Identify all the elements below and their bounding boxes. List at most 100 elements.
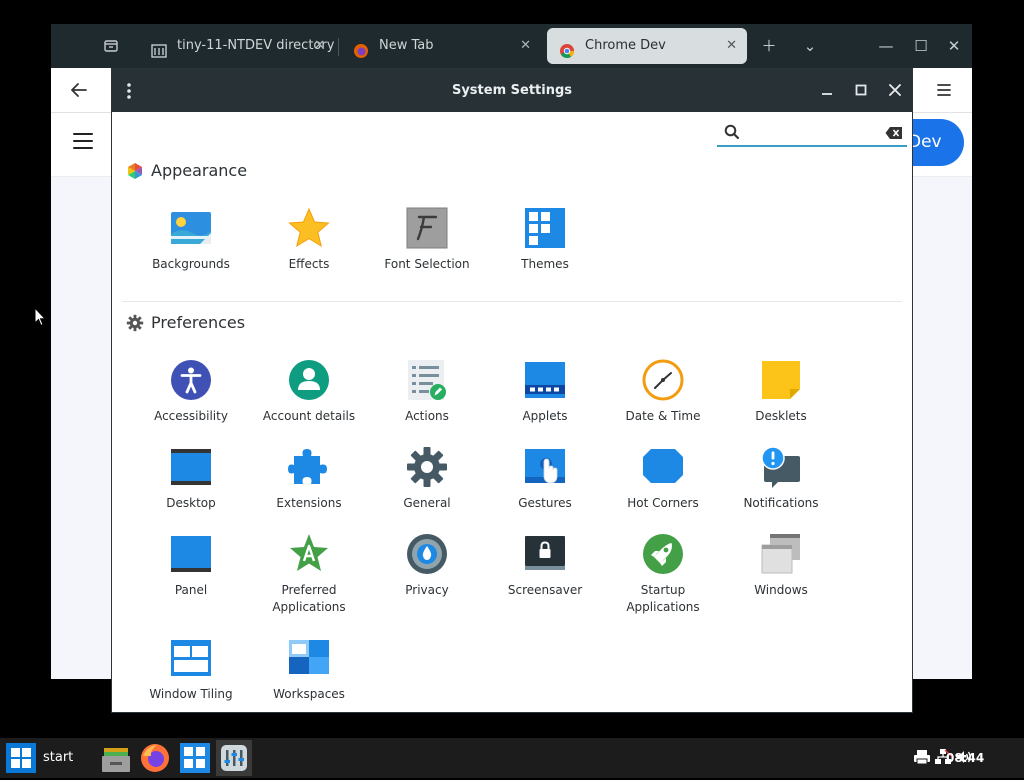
settings-item-themes[interactable]: Themes — [486, 207, 604, 287]
settings-item-effects[interactable]: Effects — [250, 207, 368, 287]
settings-item-windows[interactable]: Windows — [722, 533, 840, 613]
settings-item-desktop[interactable]: Desktop — [132, 446, 250, 526]
window-title: System Settings — [451, 83, 573, 98]
item-label: Font Selection — [384, 257, 470, 271]
settings-item-desklets[interactable]: Desklets — [722, 359, 840, 439]
browser-tab-new-tab[interactable]: New Tab ✕ — [341, 28, 541, 64]
preferred-apps-star-icon — [288, 533, 330, 575]
settings-item-applets[interactable]: Applets — [486, 359, 604, 439]
item-label: Notifications — [743, 496, 819, 510]
section-label: Appearance — [151, 161, 248, 180]
archive-icon — [151, 38, 167, 58]
close-icon[interactable] — [885, 80, 905, 100]
settings-item-screensaver[interactable]: Screensaver — [486, 533, 604, 613]
maximize-icon[interactable] — [851, 80, 871, 100]
item-label: Hot Corners — [627, 496, 699, 510]
settings-item-panel[interactable]: Panel — [132, 533, 250, 613]
kebab-menu-icon[interactable] — [122, 81, 136, 101]
hamburger-menu-icon[interactable] — [930, 76, 958, 104]
minimize-icon[interactable]: — — [871, 24, 901, 68]
item-label: Panel — [174, 583, 208, 597]
item-label: Actions — [405, 409, 449, 423]
settings-item-workspaces[interactable]: Workspaces — [250, 637, 368, 717]
settings-item-general[interactable]: General — [368, 446, 486, 526]
close-icon[interactable]: ✕ — [939, 24, 969, 68]
settings-item-backgrounds[interactable]: Backgrounds — [132, 207, 250, 287]
settings-item-startup-applications[interactable]: Startup Applications — [604, 533, 722, 614]
settings-item-gestures[interactable]: Gestures — [486, 446, 604, 526]
printer-icon[interactable] — [913, 748, 931, 766]
dev-button[interactable]: Dev — [906, 119, 964, 166]
taskbar: start 08:44 — [0, 738, 1024, 778]
tab-label: New Tab — [379, 38, 434, 53]
clock[interactable]: 08:44 — [946, 738, 984, 778]
item-label: Startup Applications — [626, 583, 700, 614]
windows-logo-icon — [6, 743, 36, 773]
item-label: Effects — [288, 257, 330, 271]
settings-titlebar: System Settings — [112, 69, 912, 112]
start-button[interactable]: start — [6, 743, 80, 773]
search-icon — [723, 123, 741, 141]
actions-list-icon — [406, 359, 448, 401]
settings-item-preferred-applications[interactable]: Preferred Applications — [250, 533, 368, 614]
item-label: Applets — [522, 409, 568, 423]
settings-item-window-tiling[interactable]: Window Tiling — [132, 637, 250, 717]
windows-stack-icon — [760, 533, 802, 575]
settings-item-extensions[interactable]: Extensions — [250, 446, 368, 526]
firefox-taskbar-icon[interactable] — [137, 740, 173, 776]
section-label: Preferences — [151, 313, 246, 332]
settings-item-notifications[interactable]: Notifications — [722, 446, 840, 526]
system-settings-taskbar-icon[interactable] — [216, 740, 252, 776]
settings-item-accessibility[interactable]: Accessibility — [132, 359, 250, 439]
item-label: Window Tiling — [149, 687, 233, 701]
settings-item-date-time[interactable]: Date & Time — [604, 359, 722, 439]
tab-divider — [338, 38, 339, 56]
clear-text-icon[interactable] — [885, 125, 903, 139]
workspaces-icon — [288, 637, 330, 679]
close-icon[interactable]: ✕ — [726, 28, 737, 64]
settings-item-account-details[interactable]: Account details — [250, 359, 368, 439]
settings-item-font-selection[interactable]: Font Selection — [368, 207, 486, 287]
item-label: Account details — [262, 409, 356, 423]
maximize-icon[interactable]: ☐ — [906, 24, 936, 68]
settings-item-actions[interactable]: Actions — [368, 359, 486, 439]
settings-item-hot-corners[interactable]: Hot Corners — [604, 446, 722, 526]
browser-tab-directory[interactable]: tiny-11-NTDEV directory li ✕ — [139, 28, 335, 64]
privacy-icon — [406, 533, 448, 575]
hot-corners-icon — [642, 446, 684, 488]
firefox-icon — [353, 38, 369, 58]
user-account-icon — [288, 359, 330, 401]
close-icon[interactable]: ✕ — [520, 28, 531, 64]
desktop-icon — [170, 446, 212, 488]
tab-list-chevron-down-icon[interactable]: ⌄ — [795, 24, 825, 68]
minimize-icon[interactable] — [817, 80, 837, 100]
new-tab-plus-icon[interactable]: ＋ — [754, 24, 784, 68]
mouse-cursor — [34, 306, 47, 327]
clock-icon — [642, 359, 684, 401]
item-label: Gestures — [518, 496, 572, 510]
item-label: Workspaces — [273, 687, 345, 701]
item-label: Backgrounds — [152, 257, 230, 271]
section-divider — [122, 301, 902, 302]
file-manager-icon[interactable] — [98, 740, 134, 776]
chrome-icon — [559, 38, 575, 58]
back-arrow-icon[interactable] — [65, 76, 93, 104]
notification-bubble-icon — [760, 446, 802, 488]
item-label: Windows — [754, 583, 808, 597]
search-box[interactable] — [717, 121, 907, 147]
item-label: Accessibility — [154, 409, 228, 423]
search-input[interactable] — [745, 121, 879, 145]
tab-overview-icon[interactable] — [96, 24, 126, 68]
close-icon[interactable]: ✕ — [314, 28, 325, 64]
browser-tab-chrome-dev[interactable]: Chrome Dev ✕ — [547, 28, 747, 64]
item-label: Desklets — [755, 409, 807, 423]
settings-taskbar-icon[interactable] — [177, 740, 213, 776]
system-settings-window: System Settings Appearance Backgrounds E… — [112, 69, 912, 712]
touch-gesture-icon — [524, 446, 566, 488]
puzzle-piece-icon — [288, 446, 330, 488]
page-hamburger-icon[interactable] — [71, 130, 97, 152]
item-label: Extensions — [276, 496, 342, 510]
settings-item-privacy[interactable]: Privacy — [368, 533, 486, 613]
item-label: Privacy — [405, 583, 449, 597]
browser-tab-bar: tiny-11-NTDEV directory li ✕ New Tab ✕ C… — [51, 24, 972, 68]
